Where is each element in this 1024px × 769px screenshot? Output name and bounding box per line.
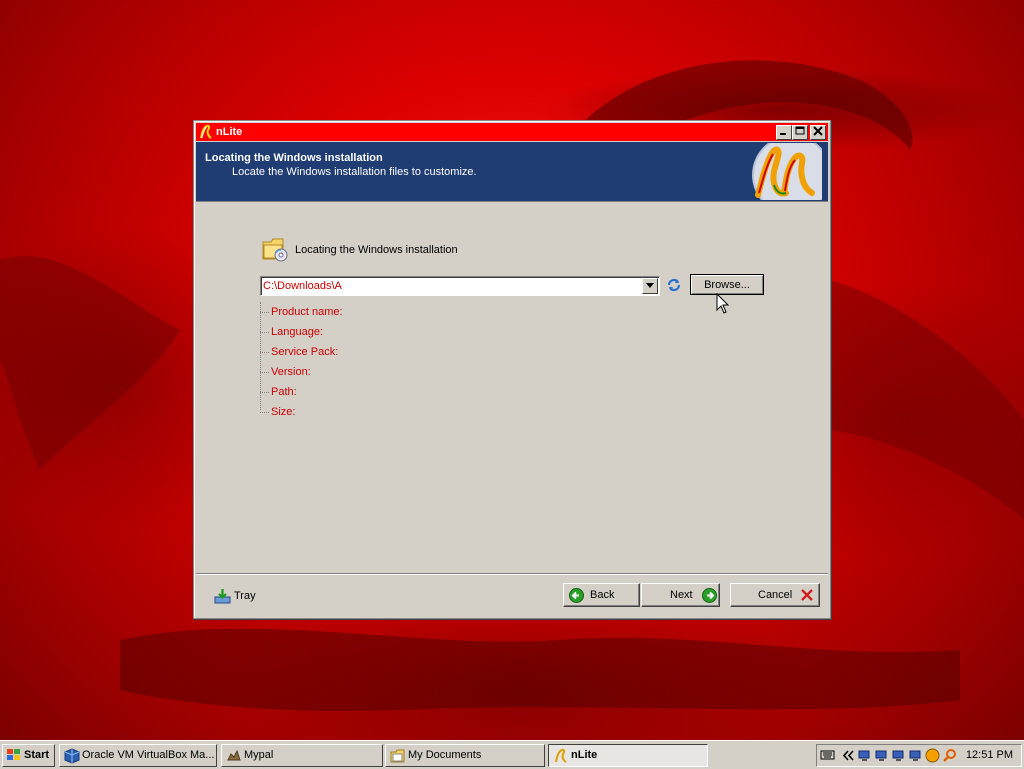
chevron-down-icon: [646, 283, 654, 288]
info-item-language: Language:: [260, 322, 460, 342]
info-item-size: Size:: [260, 402, 460, 422]
chevron-left-icon[interactable]: [841, 748, 856, 763]
refresh-icon[interactable]: [666, 277, 682, 293]
info-item-path: Path:: [260, 382, 460, 402]
wizard-header: Locating the Windows installation Locate…: [196, 142, 828, 201]
nlite-header-logo-icon: [752, 143, 822, 200]
task-label: My Documents: [408, 749, 482, 761]
header-subtitle: Locate the Windows installation files to…: [232, 166, 477, 178]
taskbar: Start Oracle VM VirtualBox Ma... Mypal M…: [0, 740, 1024, 769]
combo-dropdown-button[interactable]: [642, 278, 658, 294]
clock: 12:51 PM: [965, 749, 1013, 761]
maximize-button[interactable]: [792, 125, 808, 140]
info-label: Product name:: [271, 306, 343, 318]
window-title: nLite: [216, 126, 243, 138]
windows-logo-icon: [7, 749, 20, 760]
network-icon[interactable]: [874, 748, 889, 763]
mouse-cursor-icon: [716, 293, 730, 314]
next-arrow-icon: [702, 588, 717, 603]
maximize-icon: [795, 126, 805, 135]
close-icon: [813, 126, 823, 136]
task-label: Oracle VM VirtualBox Ma...: [82, 749, 215, 761]
path-combobox[interactable]: [260, 276, 660, 296]
task-nlite[interactable]: nLite: [548, 744, 708, 767]
cancel-button[interactable]: Cancel: [730, 583, 820, 607]
start-label: Start: [24, 749, 50, 761]
section-label: Locating the Windows installation: [295, 244, 458, 256]
title-bar[interactable]: nLite: [196, 123, 828, 141]
info-label: Language:: [271, 326, 323, 338]
mypal-icon: [227, 749, 241, 761]
nlite-window: nLite Locating the Windows installation …: [193, 120, 831, 619]
virtualbox-icon: [64, 748, 80, 764]
browse-button[interactable]: Browse...: [690, 274, 764, 295]
cancel-x-icon: [801, 589, 813, 601]
info-item-product-name: Product name:: [260, 302, 460, 322]
close-button[interactable]: [810, 125, 826, 140]
info-item-version: Version:: [260, 362, 460, 382]
back-button[interactable]: Back: [563, 583, 640, 607]
nlite-logo-icon: [200, 124, 212, 139]
minimize-button[interactable]: [776, 125, 792, 140]
installation-info-tree: Product name: Language: Service Pack: Ve…: [260, 302, 460, 418]
info-label: Version:: [271, 366, 311, 378]
header-title: Locating the Windows installation: [205, 152, 383, 164]
folder-icon: [390, 749, 405, 763]
network-icon[interactable]: [857, 748, 872, 763]
back-label: Back: [590, 589, 615, 601]
task-label: Mypal: [244, 749, 274, 761]
tray-icon: [214, 589, 231, 604]
info-label: Path:: [271, 386, 297, 398]
task-virtualbox[interactable]: Oracle VM VirtualBox Ma...: [59, 744, 217, 767]
nlite-icon: [555, 748, 567, 763]
task-mypal[interactable]: Mypal: [221, 744, 383, 767]
task-my-documents[interactable]: My Documents: [385, 744, 545, 767]
task-label: nLite: [571, 749, 598, 761]
cancel-label: Cancel: [758, 589, 793, 601]
tray-label: Tray: [234, 590, 256, 602]
path-input[interactable]: [263, 278, 633, 293]
header-divider: [196, 201, 828, 202]
update-shield-icon[interactable]: [925, 748, 940, 763]
network-icon[interactable]: [908, 748, 923, 763]
system-tray: 12:51 PM: [816, 744, 1022, 767]
info-item-service-pack: Service Pack:: [260, 342, 460, 362]
next-label: Next: [670, 589, 693, 601]
footer-divider: [196, 573, 828, 575]
search-icon[interactable]: [942, 748, 957, 763]
minimize-icon: [780, 133, 786, 135]
next-button[interactable]: Next: [641, 583, 720, 607]
folder-cd-icon: [262, 238, 288, 262]
back-arrow-icon: [569, 588, 584, 603]
network-icon[interactable]: [891, 748, 906, 763]
info-label: Size:: [271, 406, 296, 418]
info-label: Service Pack:: [271, 346, 339, 358]
tray-button[interactable]: Tray: [214, 586, 274, 606]
start-button[interactable]: Start: [2, 744, 55, 767]
